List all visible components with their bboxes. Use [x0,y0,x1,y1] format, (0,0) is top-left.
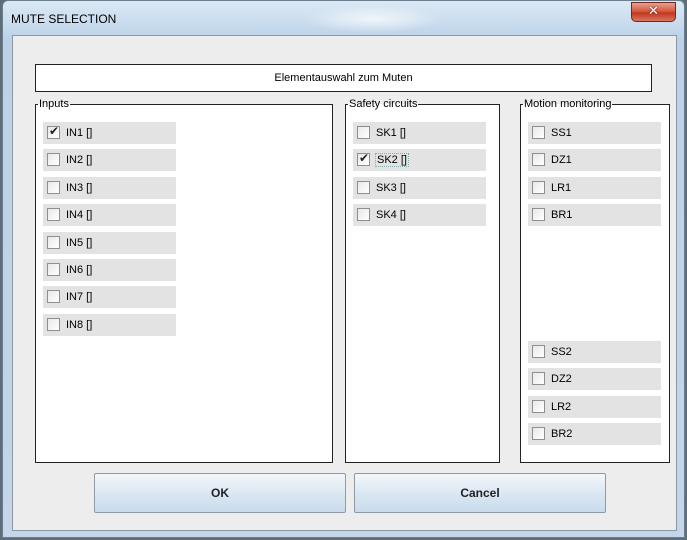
checkbox-row[interactable]: IN8 [] [43,314,176,336]
checkbox-label: IN3 [] [66,182,93,194]
dialog-header: Elementauswahl zum Muten [35,64,652,92]
checkbox[interactable] [47,153,60,166]
checkbox-label: IN8 [] [66,319,93,331]
checkbox[interactable] [532,345,545,358]
checkmark-icon: ✔ [359,151,370,165]
ok-button[interactable]: OK [94,473,346,513]
checkbox-label: SS1 [551,127,572,139]
checkbox-row[interactable]: IN5 [] [43,232,176,254]
checkbox-label: IN5 [] [66,237,93,249]
checkbox[interactable] [357,181,370,194]
checkbox-label: LR2 [551,401,572,413]
checkbox-label: IN2 [] [66,154,93,166]
checkbox-row[interactable]: IN4 [] [43,204,176,226]
checkbox-row[interactable]: SK4 [] [353,204,486,226]
title-bar[interactable]: MUTE SELECTION ✕ [3,1,684,35]
checkbox-row[interactable]: BR2 [528,423,661,445]
inputs-group: Inputs ✔ IN1 [] IN2 [] IN3 [] IN4 [] IN5 [] IN… [35,98,333,463]
checkbox-row[interactable]: BR1 [528,204,661,226]
checkbox-label: IN1 [] [66,127,93,139]
safety-circuits-group-legend: Safety circuits [349,98,418,110]
checkbox-row[interactable]: IN2 [] [43,149,176,171]
checkmark-icon: ✔ [49,124,60,138]
checkbox-label: IN6 [] [66,264,93,276]
checkbox-row[interactable]: LR1 [528,177,661,199]
checkbox-row[interactable]: ✔ IN1 [] [43,122,176,144]
checkbox-row[interactable]: IN3 [] [43,177,176,199]
safety-circuits-group: Safety circuits SK1 [] ✔ SK2 [] SK3 [] SK4 [… [345,98,500,463]
checkbox[interactable] [532,126,545,139]
checkbox-label: SK1 [] [376,127,406,139]
checkbox-label: DZ1 [551,154,572,166]
checkbox-label: BR2 [551,428,573,440]
checkbox-row[interactable]: SS2 [528,341,661,363]
checkbox-row[interactable]: SK3 [] [353,177,486,199]
checkbox-label: SS2 [551,346,572,358]
checkbox[interactable] [357,126,370,139]
close-button[interactable]: ✕ [631,2,676,22]
checkbox[interactable]: ✔ [357,151,370,166]
motion-monitoring-group-legend: Motion monitoring [524,98,612,110]
checkbox-label: BR1 [551,209,573,221]
close-icon: ✕ [648,4,659,19]
checkbox-label: SK3 [] [376,182,406,194]
dialog-content: Elementauswahl zum Muten Inputs ✔ IN1 [] I… [12,35,677,531]
checkbox-row[interactable]: IN7 [] [43,286,176,308]
checkbox-row[interactable]: SS1 [528,122,661,144]
title-bar-glow [303,5,443,33]
checkbox[interactable] [47,236,60,249]
checkbox[interactable] [532,208,545,221]
checkbox[interactable] [47,181,60,194]
checkbox-row[interactable]: DZ2 [528,368,661,390]
checkbox[interactable] [532,372,545,385]
checkbox-label: LR1 [551,182,572,194]
checkbox[interactable] [47,290,60,303]
checkbox[interactable] [532,427,545,440]
checkbox[interactable] [47,208,60,221]
checkbox-label: DZ2 [551,373,572,385]
window-title: MUTE SELECTION [11,12,117,26]
checkbox-label: SK2 [] [375,153,409,167]
inputs-group-legend: Inputs [39,98,69,110]
checkbox-row[interactable]: IN6 [] [43,259,176,281]
checkbox-row[interactable]: ✔ SK2 [] [353,149,486,171]
checkbox[interactable] [532,181,545,194]
checkbox[interactable] [357,208,370,221]
checkbox[interactable]: ✔ [47,124,60,139]
checkbox-label: IN4 [] [66,209,93,221]
checkbox[interactable] [532,153,545,166]
checkbox[interactable] [47,318,60,331]
checkbox-row[interactable]: DZ1 [528,149,661,171]
checkbox-row[interactable]: LR2 [528,396,661,418]
motion-monitoring-group: Motion monitoring SS1 DZ1 LR1 BR1 SS2 DZ2 LR2 B… [520,98,670,463]
checkbox-label: IN7 [] [66,291,93,303]
cancel-button[interactable]: Cancel [354,473,606,513]
dialog-window: MUTE SELECTION ✕ Elementauswahl zum Mute… [2,0,685,538]
checkbox-label: SK4 [] [376,209,406,221]
checkbox-row[interactable]: SK1 [] [353,122,486,144]
checkbox[interactable] [47,263,60,276]
checkbox[interactable] [532,400,545,413]
